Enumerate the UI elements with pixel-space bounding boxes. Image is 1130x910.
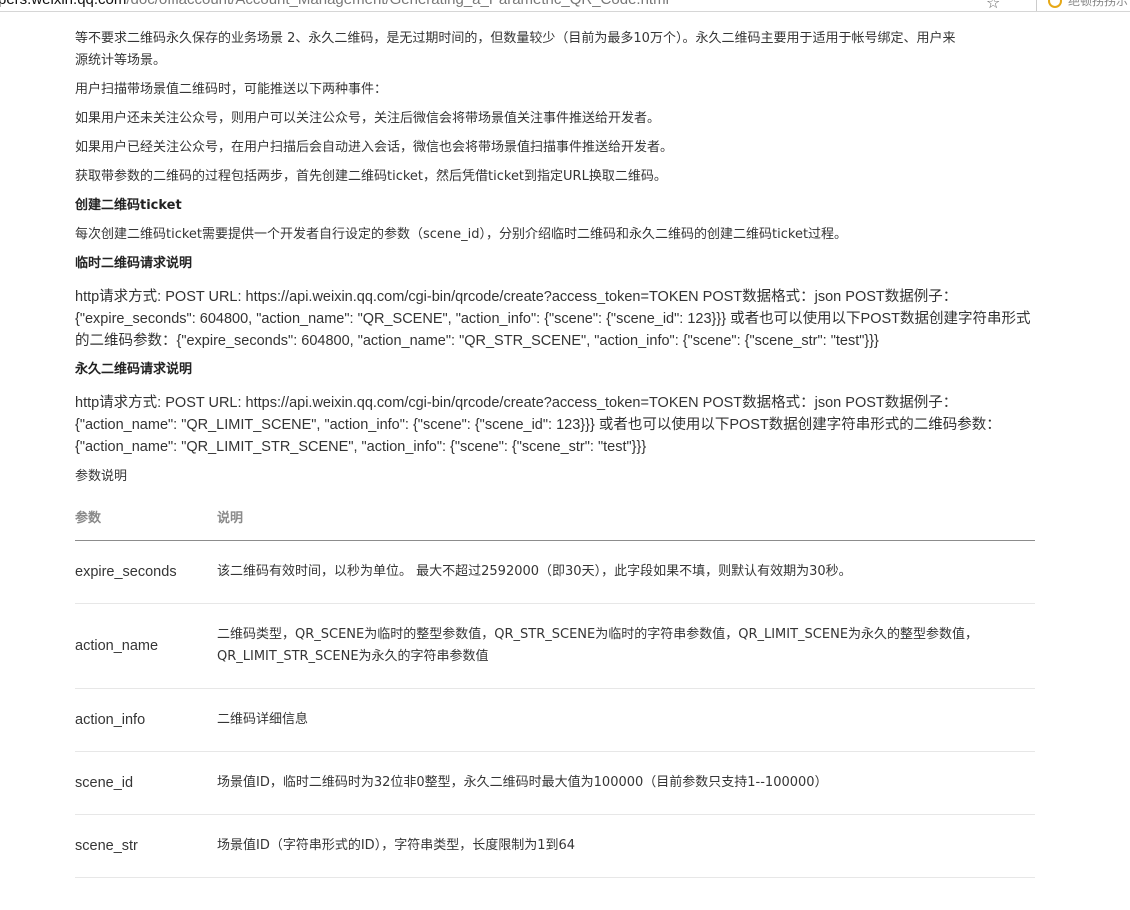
param-name: expire_seconds (75, 540, 217, 604)
create-ticket-heading: 创建二维码ticket (75, 198, 182, 213)
param-description: 二维码类型，QR_SCENE为临时的整型参数值，QR_STR_SCENE为临时的… (217, 603, 1035, 689)
process-intro: 获取带参数的二维码的过程包括两步，首先创建二维码ticket，然后凭借ticke… (75, 169, 667, 184)
table-row: scene_id 场景值ID，临时二维码时为32位非0整型，永久二维码时最大值为… (75, 751, 1035, 815)
extension-label[interactable]: 绝顿拐拐示 (1068, 0, 1128, 9)
toolbar-divider (1036, 0, 1037, 11)
temp-qr-request-line: http请求方式: POST URL: https://api.weixin.q… (75, 289, 958, 305)
header-param: 参数 (75, 508, 217, 541)
perm-qr-heading: 永久二维码请求说明 (75, 362, 193, 377)
param-name: action_info (75, 688, 217, 752)
event-followed: 如果用户已经关注公众号，在用户扫描后会自动进入会话，微信也会将带场景值扫描事件推… (75, 140, 674, 155)
url-path: /doc/offiaccount/Account_Management/Gene… (126, 0, 669, 8)
perm-qr-request-line: {"action_name": "QR_LIMIT_STR_SCENE", "a… (75, 439, 647, 455)
url-domain: pers.weixin.qq.com (0, 0, 126, 8)
table-header-row: 参数 说明 (75, 508, 1035, 541)
event-not-followed: 如果用户还未关注公众号，则用户可以关注公众号，关注后微信会将带场景值关注事件推送… (75, 111, 661, 126)
params-label: 参数说明 (75, 469, 128, 484)
param-name: scene_str (75, 814, 217, 878)
events-intro: 用户扫描带场景值二维码时，可能推送以下两种事件： (75, 82, 388, 97)
param-description: 场景值ID，临时二维码时为32位非0整型，永久二维码时最大值为100000（目前… (217, 751, 1035, 815)
temp-qr-request-line: {"expire_seconds": 604800, "action_name"… (75, 311, 1031, 327)
param-description: 该二维码有效时间，以秒为单位。 最大不超过2592000（即30天），此字段如果… (217, 540, 1035, 604)
temp-qr-heading: 临时二维码请求说明 (75, 256, 193, 271)
perm-qr-request-line: {"action_name": "QR_LIMIT_SCENE", "actio… (75, 417, 1001, 433)
table-row: action_name 二维码类型，QR_SCENE为临时的整型参数值，QR_S… (75, 603, 1035, 689)
temp-qr-request-line: 的二维码参数：{"expire_seconds": 604800, "actio… (75, 333, 879, 349)
table-row: scene_str 场景值ID（字符串形式的ID），字符串类型，长度限制为1到6… (75, 814, 1035, 878)
param-description: 场景值ID（字符串形式的ID），字符串类型，长度限制为1到64 (217, 814, 1035, 878)
temp-qr-request: http请求方式: POST URL: https://api.weixin.q… (75, 286, 1035, 352)
param-name: action_name (75, 603, 217, 689)
address-bar[interactable]: pers.weixin.qq.com/doc/offiaccount/Accou… (0, 0, 669, 8)
perm-qr-request-line: http请求方式: POST URL: https://api.weixin.q… (75, 395, 958, 411)
param-name: scene_id (75, 751, 217, 815)
table-row: action_info 二维码详细信息 (75, 688, 1035, 752)
intro-paragraph-line2: 源统计等场景。 (75, 53, 167, 68)
extension-icon[interactable] (1048, 0, 1062, 8)
param-description: 二维码详细信息 (217, 688, 1035, 752)
bookmark-star-icon[interactable]: ☆ (986, 0, 1000, 11)
table-row: expire_seconds 该二维码有效时间，以秒为单位。 最大不超过2592… (75, 540, 1035, 604)
perm-qr-request: http请求方式: POST URL: https://api.weixin.q… (75, 392, 1035, 458)
browser-toolbar: pers.weixin.qq.com/doc/offiaccount/Accou… (0, 0, 1130, 12)
article-body: 等不要求二维码永久保存的业务场景 2、永久二维码，是无过期时间的，但数量较少（目… (75, 14, 1035, 878)
intro-paragraph-line1: 等不要求二维码永久保存的业务场景 2、永久二维码，是无过期时间的，但数量较少（目… (75, 31, 956, 46)
params-table: 参数 说明 expire_seconds 该二维码有效时间，以秒为单位。 最大不… (75, 508, 1035, 878)
header-description: 说明 (217, 508, 1035, 541)
create-ticket-desc: 每次创建二维码ticket需要提供一个开发者自行设定的参数（scene_id），… (75, 227, 848, 242)
